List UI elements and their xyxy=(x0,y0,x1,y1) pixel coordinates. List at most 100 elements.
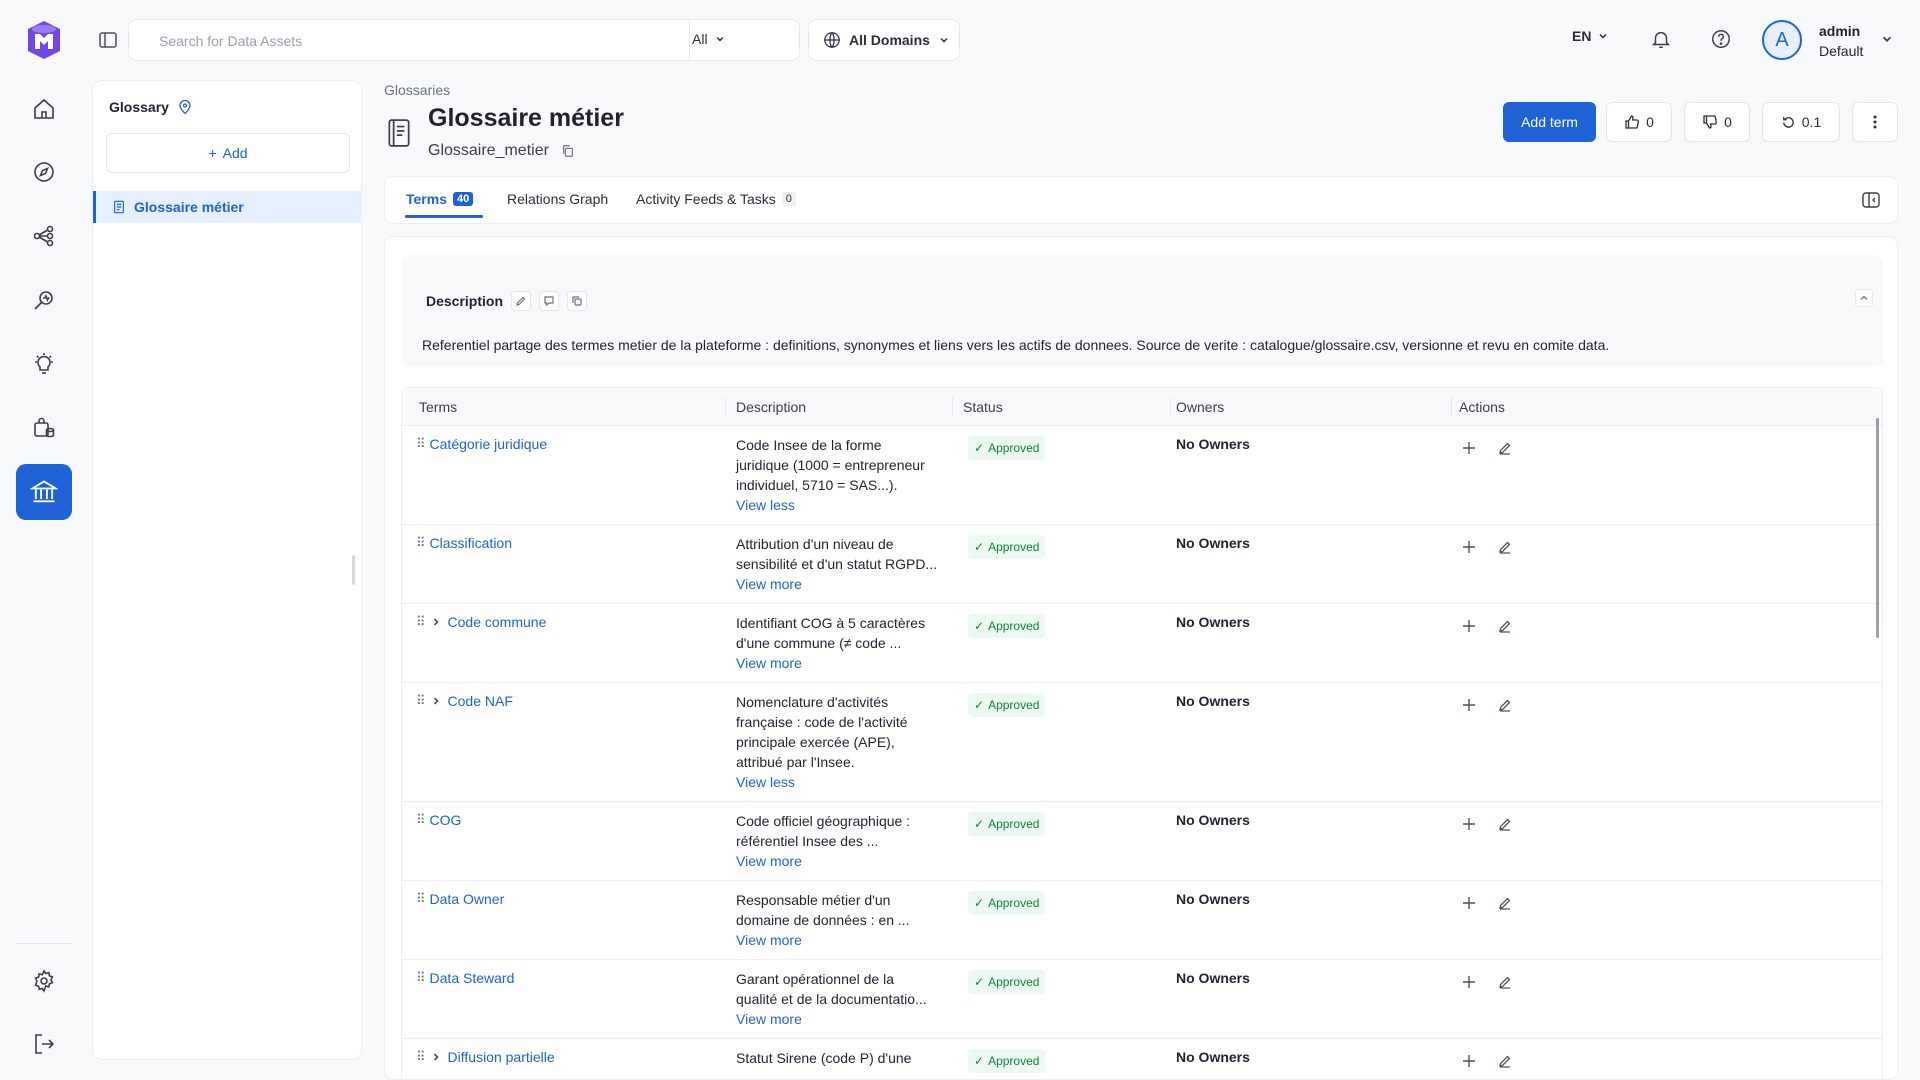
request-description-icon[interactable] xyxy=(539,291,560,311)
view-toggle-link[interactable]: View more xyxy=(736,930,950,950)
add-child-term-icon[interactable] xyxy=(1461,816,1477,832)
page-title: Glossaire métier xyxy=(428,104,624,132)
chevron-down-icon[interactable] xyxy=(1880,32,1894,46)
edit-term-icon[interactable] xyxy=(1497,539,1513,555)
table-row[interactable]: ⠿ Data Owner Responsable métier d'un dom… xyxy=(402,881,1882,960)
term-link[interactable]: Diffusion partielle xyxy=(448,1049,555,1065)
view-toggle-link[interactable]: View more xyxy=(736,851,950,871)
glossary-item-glossaire-metier[interactable]: Glossaire métier xyxy=(93,191,361,223)
drag-handle-icon[interactable]: ⠿ xyxy=(416,891,425,907)
info-pin-icon[interactable] xyxy=(177,99,193,115)
globe-icon xyxy=(824,32,840,48)
insights-icon[interactable] xyxy=(23,343,65,385)
avatar[interactable]: A xyxy=(1762,20,1802,60)
term-link[interactable]: Catégorie juridique xyxy=(430,436,548,452)
column-header-actions[interactable]: Actions xyxy=(1459,399,1505,415)
toggle-right-panel-icon[interactable] xyxy=(1861,190,1881,210)
drag-handle-icon[interactable]: ⠿ xyxy=(416,1049,425,1065)
tab-activity-feeds[interactable]: Activity Feeds & Tasks 0 xyxy=(636,191,796,207)
table-row[interactable]: ⠿ Diffusion partielle Statut Sirene (cod… xyxy=(402,1039,1882,1079)
governance-icon[interactable] xyxy=(16,464,72,520)
edit-description-icon[interactable] xyxy=(511,291,532,311)
version-button[interactable]: 0.1 xyxy=(1762,102,1840,142)
drag-handle-icon[interactable]: ⠿ xyxy=(416,614,425,630)
domains-dropdown[interactable]: All Domains xyxy=(808,19,960,61)
view-toggle-link[interactable]: View more xyxy=(736,653,950,673)
explore-icon[interactable] xyxy=(23,151,65,193)
edit-term-icon[interactable] xyxy=(1497,895,1513,911)
edit-term-icon[interactable] xyxy=(1497,974,1513,990)
add-child-term-icon[interactable] xyxy=(1461,440,1477,456)
column-header-owners[interactable]: Owners xyxy=(1176,399,1224,415)
like-button[interactable]: 0 xyxy=(1606,102,1672,142)
edit-term-icon[interactable] xyxy=(1497,440,1513,456)
drag-handle-icon[interactable]: ⠿ xyxy=(416,812,425,828)
table-row[interactable]: ⠿ Data Steward Garant opérationnel de la… xyxy=(402,960,1882,1039)
tab-relations-graph[interactable]: Relations Graph xyxy=(507,191,608,207)
settings-icon[interactable] xyxy=(23,960,65,1002)
chevron-right-icon[interactable] xyxy=(430,616,442,628)
edit-term-icon[interactable] xyxy=(1497,618,1513,634)
left-nav-rail xyxy=(0,0,88,1080)
add-child-term-icon[interactable] xyxy=(1461,539,1477,555)
breadcrumb[interactable]: Glossaries xyxy=(384,82,450,98)
add-child-term-icon[interactable] xyxy=(1461,974,1477,990)
add-child-term-icon[interactable] xyxy=(1461,697,1477,713)
collapse-description-icon[interactable] xyxy=(1855,289,1873,307)
view-toggle-link[interactable]: View less xyxy=(736,495,950,515)
view-toggle-link[interactable]: View less xyxy=(736,772,950,792)
drag-handle-icon[interactable]: ⠿ xyxy=(416,436,425,452)
notification-bell-icon[interactable] xyxy=(1650,28,1672,50)
term-link[interactable]: Code NAF xyxy=(448,693,513,709)
observability-icon[interactable] xyxy=(23,279,65,321)
drag-handle-icon[interactable]: ⠿ xyxy=(416,693,425,709)
term-link[interactable]: COG xyxy=(430,812,462,828)
suggest-description-icon[interactable] xyxy=(567,291,588,311)
term-link[interactable]: Code commune xyxy=(448,614,547,630)
search-input[interactable] xyxy=(159,30,679,52)
add-glossary-button[interactable]: + Add xyxy=(106,133,350,173)
term-link[interactable]: Classification xyxy=(430,535,512,551)
add-child-term-icon[interactable] xyxy=(1461,618,1477,634)
search-filter-label[interactable]: All xyxy=(692,31,726,47)
drag-handle-icon[interactable]: ⠿ xyxy=(416,535,425,551)
term-link[interactable]: Data Owner xyxy=(430,891,505,907)
home-icon[interactable] xyxy=(23,88,65,130)
sidebar-toggle-icon[interactable] xyxy=(96,28,120,52)
table-row[interactable]: ⠿ COG Code officiel géographique : référ… xyxy=(402,802,1882,881)
column-header-description[interactable]: Description xyxy=(736,399,806,415)
user-info[interactable]: admin Default xyxy=(1819,21,1863,61)
help-icon[interactable] xyxy=(1710,28,1732,50)
table-scrollbar[interactable] xyxy=(1876,418,1879,638)
view-toggle-link[interactable]: View more xyxy=(736,1009,950,1029)
dislike-button[interactable]: 0 xyxy=(1684,102,1750,142)
chevron-right-icon[interactable] xyxy=(430,1051,442,1063)
table-row[interactable]: ⠿ Code NAF Nomenclature d'activités fran… xyxy=(402,683,1882,802)
lineage-icon[interactable] xyxy=(23,215,65,257)
edit-term-icon[interactable] xyxy=(1497,816,1513,832)
plus-icon: + xyxy=(208,145,217,161)
table-row[interactable]: ⠿ Code commune Identifiant COG à 5 carac… xyxy=(402,604,1882,683)
table-row[interactable]: ⠿ Catégorie juridique Code Insee de la f… xyxy=(402,426,1882,525)
add-child-term-icon[interactable] xyxy=(1461,895,1477,911)
view-toggle-link[interactable]: View more xyxy=(736,574,950,594)
drag-handle-icon[interactable]: ⠿ xyxy=(416,970,425,986)
edit-term-icon[interactable] xyxy=(1497,697,1513,713)
copy-icon[interactable] xyxy=(561,144,575,158)
app-logo-icon[interactable] xyxy=(26,20,62,60)
data-products-icon[interactable] xyxy=(23,407,65,449)
add-child-term-icon[interactable] xyxy=(1461,1053,1477,1069)
status-badge: ✓ Approved xyxy=(968,436,1046,460)
chevron-right-icon[interactable] xyxy=(430,695,442,707)
tab-terms[interactable]: Terms 40 xyxy=(406,191,474,207)
more-options-button[interactable] xyxy=(1852,102,1898,142)
table-row[interactable]: ⠿ Classification Attribution d'un niveau… xyxy=(402,525,1882,604)
column-header-status[interactable]: Status xyxy=(963,399,1003,415)
language-selector[interactable]: EN xyxy=(1572,28,1609,44)
column-header-terms[interactable]: Terms xyxy=(419,399,457,415)
add-term-button[interactable]: Add term xyxy=(1503,102,1596,142)
term-link[interactable]: Data Steward xyxy=(430,970,515,986)
panel-resize-handle[interactable] xyxy=(352,555,355,585)
edit-term-icon[interactable] xyxy=(1497,1053,1513,1069)
logout-icon[interactable] xyxy=(23,1023,65,1065)
